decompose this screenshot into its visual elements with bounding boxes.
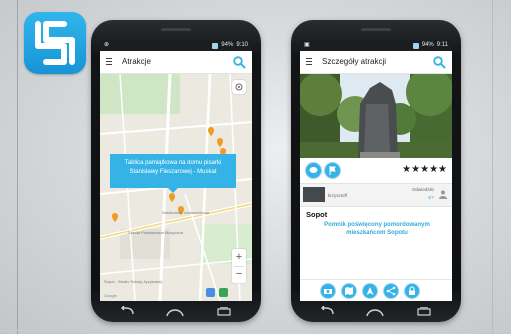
attraction-photo[interactable] [300, 74, 452, 158]
right-frame-line [492, 0, 493, 334]
map-button[interactable] [342, 284, 356, 298]
attraction-actions: ★★★★★ [300, 160, 452, 182]
info-window-tail [168, 188, 178, 193]
person-icon [439, 190, 447, 199]
map-label: Sopot - Studio Szkoły Językowej [104, 279, 162, 284]
camera-icon [324, 289, 332, 294]
screenshot-stage: ⊕ 94% 9:10 Atrakcje Tablica pamiątkowa n… [0, 0, 511, 334]
navigate-button[interactable] [363, 284, 377, 298]
marker-info-window[interactable]: Tablica pamiątkowa na domu pisarki Stani… [110, 154, 236, 193]
visited-count: 3/7 [427, 195, 434, 200]
camera-button[interactable] [321, 284, 335, 298]
directions-icon[interactable] [206, 288, 215, 297]
flag-icon [329, 166, 336, 175]
left-frame-line [17, 0, 18, 334]
map-view[interactable]: Tablica pamiątkowa na domu pisarki Stani… [100, 74, 252, 301]
wifi-icon [412, 42, 419, 49]
visited-row: krzysztoff Odwiedziło 3/7 [300, 183, 452, 207]
map-icon [345, 287, 353, 295]
back-icon[interactable] [119, 306, 135, 316]
status-time: 9:11 [436, 42, 448, 48]
battery-level: 94% [221, 42, 234, 48]
search-icon[interactable] [432, 55, 446, 69]
page-title: Szczegóły atrakcji [322, 57, 387, 66]
android-nav-bar [291, 301, 461, 322]
monument-photo [300, 74, 452, 158]
marker-info-text: Tablica pamiątkowa na domu pisarki Stani… [124, 160, 222, 175]
share-button[interactable] [384, 284, 398, 298]
phone-map-view: ⊕ 94% 9:10 Atrakcje Tablica pamiątkowa n… [91, 20, 261, 322]
home-icon[interactable] [166, 305, 184, 317]
map-toolbar [206, 288, 228, 297]
home-icon[interactable] [366, 305, 384, 317]
app-bar: Atrakcje [100, 51, 252, 74]
open-maps-icon[interactable] [219, 288, 228, 297]
status-bar: ⊕ 94% 9:10 [100, 40, 252, 51]
status-bar: ▣ 94% 9:11 [300, 40, 452, 51]
search-icon[interactable] [232, 55, 246, 69]
visited-label: Odwiedziło [411, 187, 434, 192]
zoom-controls: + − [232, 249, 246, 283]
notification-icon: ⊕ [104, 42, 110, 48]
page-title: Atrakcje [122, 57, 151, 66]
phone-speaker [361, 28, 391, 31]
share-icon [386, 286, 396, 296]
image-notification-icon: ▣ [304, 42, 310, 48]
comments-button[interactable] [306, 163, 321, 178]
user-name[interactable]: krzysztoff [328, 193, 347, 198]
bottom-frame-line [0, 330, 511, 331]
crosshair-icon [235, 83, 243, 91]
lock-icon [409, 286, 415, 295]
status-right: 94% 9:11 [412, 40, 448, 51]
status-time: 9:10 [236, 42, 248, 48]
map-label: Szkoła Podstawowa Muzyczna [128, 230, 183, 235]
user-thumbnail [303, 187, 325, 202]
recent-apps-icon[interactable] [217, 307, 231, 316]
menu-icon[interactable] [106, 58, 112, 65]
app-bar: Szczegóły atrakcji [300, 51, 452, 74]
back-icon[interactable] [319, 306, 335, 316]
menu-icon[interactable] [306, 58, 312, 65]
lock-button[interactable] [405, 284, 419, 298]
battery-level: 94% [421, 42, 434, 48]
rating-stars[interactable]: ★★★★★ [402, 164, 447, 176]
my-location-button[interactable] [232, 80, 246, 94]
status-right: 94% 9:10 [212, 40, 248, 51]
phone-speaker [161, 28, 191, 31]
zoom-in-button[interactable]: + [232, 249, 246, 266]
app-logo-s-icon [24, 12, 86, 74]
google-logo: Google [104, 293, 117, 298]
recent-apps-icon[interactable] [417, 307, 431, 316]
phone-screen: ⊕ 94% 9:10 Atrakcje Tablica pamiątkowa n… [100, 40, 252, 301]
android-nav-bar [91, 301, 261, 322]
report-flag-button[interactable] [325, 163, 340, 178]
speech-bubble-icon [309, 167, 318, 173]
map-label: Sanatorium Uzdrowiskowe [162, 210, 210, 215]
navigation-arrow-icon [366, 287, 374, 295]
city-name: Sopot [306, 210, 328, 219]
phone-detail-view: ▣ 94% 9:11 Szczegóły atrakcji ★★★★★ krzy… [291, 20, 461, 322]
attraction-description: Pomnik poświęcony pomordowanym mieszkańc… [324, 222, 430, 236]
wifi-icon [212, 42, 219, 49]
zoom-out-button[interactable]: − [232, 266, 246, 283]
phone-screen: ▣ 94% 9:11 Szczegóły atrakcji ★★★★★ krzy… [300, 40, 452, 301]
bottom-action-bar [300, 279, 452, 301]
